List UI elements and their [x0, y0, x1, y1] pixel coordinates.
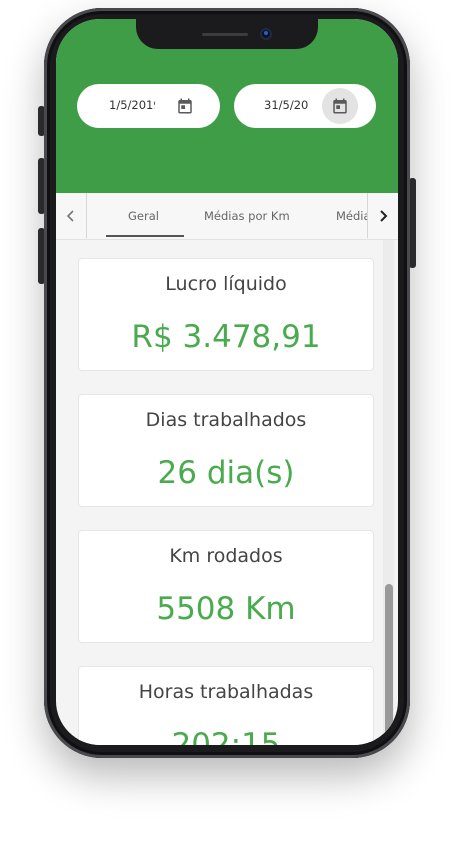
summary-card-lucro-liquido: Lucro líquido R$ 3.478,91 [78, 258, 374, 371]
calendar-icon [178, 98, 192, 114]
tab-scroll-left-button[interactable] [56, 193, 87, 238]
summary-content[interactable]: Lucro líquido R$ 3.478,91 Dias trabalhad… [56, 240, 398, 745]
end-date-field[interactable]: 31/5/2019 [234, 84, 376, 128]
start-date-picker-button[interactable] [167, 88, 203, 124]
card-value: R$ 3.478,91 [131, 319, 321, 355]
front-camera [260, 28, 272, 40]
scrollbar-thumb[interactable] [385, 584, 393, 745]
start-date-field[interactable]: 1/5/2019 [77, 84, 220, 128]
tab-medias[interactable]: Médias [336, 209, 370, 223]
tab-bar: Geral Médias por Km Médias [56, 193, 398, 240]
end-date-value[interactable]: 31/5/2019 [264, 98, 309, 112]
summary-card-horas-trabalhadas: Horas trabalhadas 202:15 [78, 666, 374, 745]
summary-card-dias-trabalhados: Dias trabalhados 26 dia(s) [78, 394, 374, 507]
tab-medias-por-km[interactable]: Médias por Km [204, 209, 290, 223]
chevron-right-icon [380, 209, 388, 222]
card-title: Dias trabalhados [145, 409, 307, 431]
card-title: Horas trabalhadas [138, 681, 314, 703]
chevron-left-icon [66, 209, 74, 222]
card-value: 26 dia(s) [157, 455, 295, 491]
power-button [409, 178, 416, 268]
speaker-grille [202, 33, 248, 36]
phone-screen: 1/5/2019 31/5/2019 Geral Médias por Km M… [56, 19, 398, 745]
start-date-value[interactable]: 1/5/2019 [109, 98, 155, 112]
card-title: Lucro líquido [165, 273, 287, 295]
card-title: Km rodados [169, 545, 283, 567]
calendar-icon [333, 98, 347, 114]
end-date-picker-button[interactable] [322, 88, 358, 124]
tab-scroll-right-button[interactable] [367, 193, 398, 238]
notch [136, 19, 318, 49]
card-value: 202:15 [171, 727, 281, 745]
card-value: 5508 Km [156, 591, 296, 627]
tab-geral[interactable]: Geral [128, 209, 159, 223]
active-tab-indicator [106, 235, 184, 237]
summary-card-km-rodados: Km rodados 5508 Km [78, 530, 374, 643]
